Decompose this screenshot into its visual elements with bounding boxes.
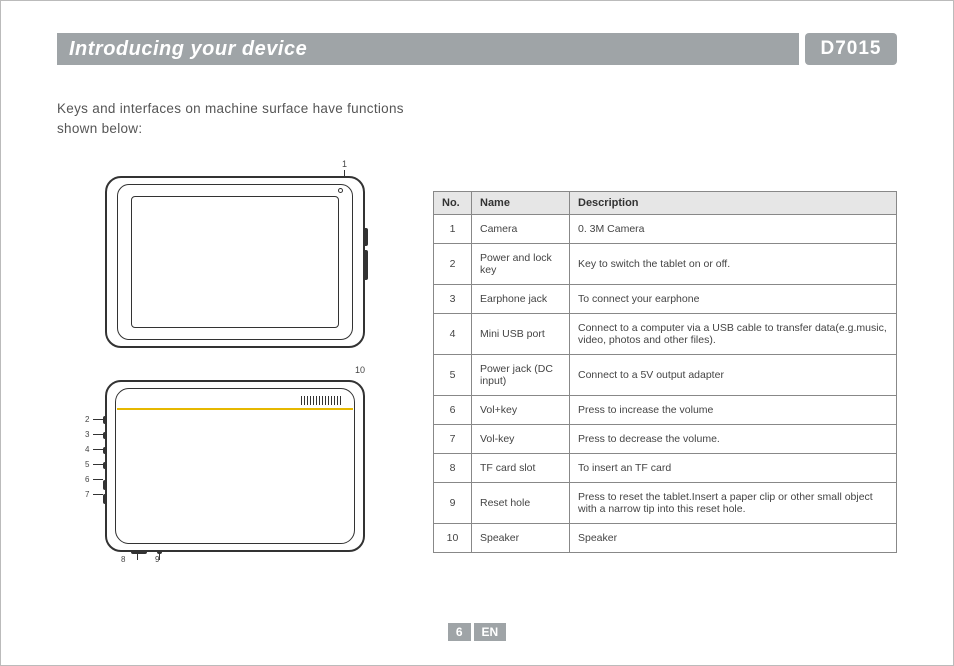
cell-no: 7 [434, 425, 472, 454]
port-icon [103, 416, 107, 424]
table-row: 6Vol+keyPress to increase the volume [434, 396, 897, 425]
table-row: 2Power and lock keyKey to switch the tab… [434, 244, 897, 285]
callout-4: 4 [85, 446, 89, 454]
cell-desc: 0. 3M Camera [570, 215, 897, 244]
cell-name: Power and lock key [472, 244, 570, 285]
slot-icon [131, 550, 147, 554]
cell-name: Speaker [472, 524, 570, 553]
cell-desc: Key to switch the tablet on or off. [570, 244, 897, 285]
model-badge: D7015 [805, 33, 897, 65]
speaker-icon [301, 396, 341, 405]
table: No. Name Description 1Camera0. 3M Camera… [433, 191, 897, 553]
side-callouts: 2 3 4 5 6 7 [85, 416, 89, 506]
side-button-icon [363, 228, 368, 246]
page-footer: 6 EN [1, 623, 953, 641]
callout-6: 6 [85, 476, 89, 484]
table-header-row: No. Name Description [434, 192, 897, 215]
cell-desc: Press to increase the volume [570, 396, 897, 425]
callout-10: 10 [355, 366, 365, 375]
device-front-view: 1 [105, 176, 365, 348]
side-button-icon [363, 250, 368, 280]
callout-7: 7 [85, 491, 89, 499]
cell-desc: Press to decrease the volume. [570, 425, 897, 454]
intro-line-2: shown below: [57, 119, 404, 139]
cell-name: Camera [472, 215, 570, 244]
callout-3: 3 [85, 431, 89, 439]
page-number: 6 [448, 623, 471, 641]
header-title: Introducing your device [57, 33, 799, 65]
cell-desc: To insert an TF card [570, 454, 897, 483]
cell-no: 6 [434, 396, 472, 425]
table-row: 9Reset holePress to reset the tablet.Ins… [434, 483, 897, 524]
callout-2: 2 [85, 416, 89, 424]
cell-desc: Speaker [570, 524, 897, 553]
cell-name: Vol-key [472, 425, 570, 454]
camera-icon [338, 188, 343, 193]
cell-name: TF card slot [472, 454, 570, 483]
table-row: 1Camera0. 3M Camera [434, 215, 897, 244]
table-row: 3Earphone jackTo connect your earphone [434, 285, 897, 314]
table-row: 8TF card slotTo insert an TF card [434, 454, 897, 483]
cell-desc: To connect your earphone [570, 285, 897, 314]
cell-desc: Connect to a computer via a USB cable to… [570, 314, 897, 355]
callout-5: 5 [85, 461, 89, 469]
cell-name: Reset hole [472, 483, 570, 524]
port-icon [103, 494, 107, 504]
port-icon [103, 447, 107, 454]
port-icon [103, 462, 107, 469]
port-icon [103, 432, 107, 439]
cell-no: 2 [434, 244, 472, 285]
callout-1: 1 [342, 160, 347, 169]
cell-no: 3 [434, 285, 472, 314]
cell-name: Power jack (DC input) [472, 355, 570, 396]
th-desc: Description [570, 192, 897, 215]
cell-name: Mini USB port [472, 314, 570, 355]
cell-no: 1 [434, 215, 472, 244]
cell-name: Earphone jack [472, 285, 570, 314]
page-header: Introducing your device D7015 [57, 33, 897, 65]
cell-name: Vol+key [472, 396, 570, 425]
th-no: No. [434, 192, 472, 215]
device-diagram: 1 10 2 3 4 5 6 7 8 9 [85, 176, 385, 552]
device-back-view: 2 3 4 5 6 7 8 9 [105, 380, 365, 552]
language-badge: EN [474, 623, 507, 641]
accent-line-icon [117, 408, 353, 410]
intro-text: Keys and interfaces on machine surface h… [57, 99, 404, 138]
intro-line-1: Keys and interfaces on machine surface h… [57, 99, 404, 119]
callout-line [137, 553, 138, 560]
cell-no: 4 [434, 314, 472, 355]
table-row: 7Vol-keyPress to decrease the volume. [434, 425, 897, 454]
cell-no: 10 [434, 524, 472, 553]
table-row: 5Power jack (DC input)Connect to a 5V ou… [434, 355, 897, 396]
cell-no: 9 [434, 483, 472, 524]
callout-8: 8 [121, 556, 125, 564]
port-icon [103, 480, 107, 490]
cell-desc: Press to reset the tablet.Insert a paper… [570, 483, 897, 524]
cell-no: 5 [434, 355, 472, 396]
th-name: Name [472, 192, 570, 215]
cell-no: 8 [434, 454, 472, 483]
features-table: No. Name Description 1Camera0. 3M Camera… [433, 191, 897, 553]
cell-desc: Connect to a 5V output adapter [570, 355, 897, 396]
table-row: 4Mini USB portConnect to a computer via … [434, 314, 897, 355]
table-row: 10SpeakerSpeaker [434, 524, 897, 553]
callout-9: 9 [155, 556, 159, 564]
